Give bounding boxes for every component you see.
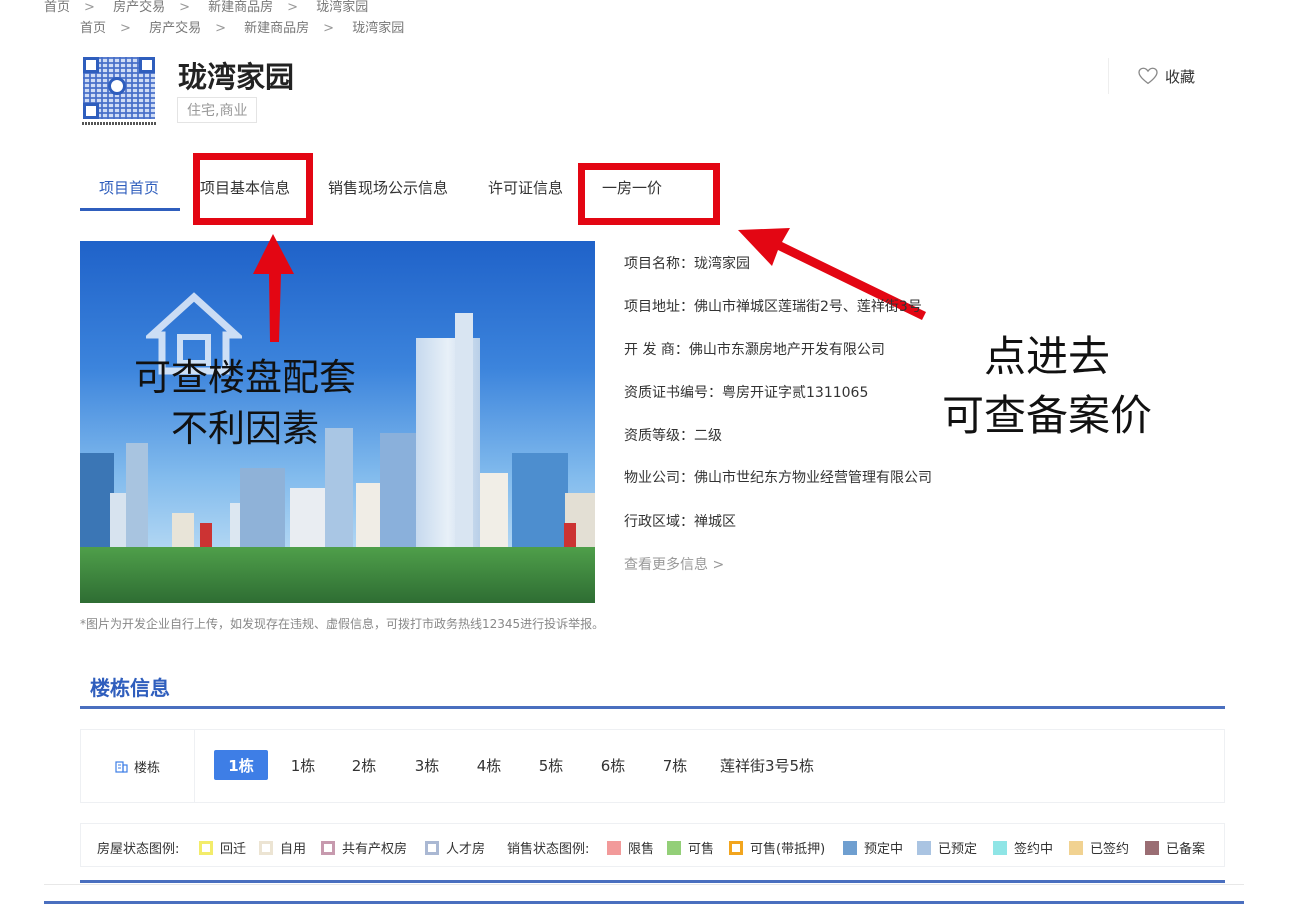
more-info-link[interactable]: 查看更多信息 >	[624, 554, 724, 574]
breadcrumb-item[interactable]: 新建商品房	[208, 0, 273, 15]
building-button[interactable]: 5栋	[531, 750, 571, 780]
legend-item: 限售	[607, 838, 654, 857]
legend-swatch	[1145, 840, 1159, 855]
breadcrumb-separator: >	[84, 0, 95, 15]
breadcrumb-separator: >	[179, 0, 190, 15]
legend-item: 已预定	[917, 838, 977, 857]
building-button[interactable]: 7栋	[655, 750, 695, 780]
favorite-button[interactable]: 收藏	[1108, 58, 1224, 94]
breadcrumb-trading[interactable]: 房产交易	[149, 21, 201, 36]
annotation-text-left-1: 可查楼盘配套	[134, 356, 356, 399]
legend-item: 自用	[259, 838, 306, 857]
page-bottom-border	[44, 901, 1244, 904]
legend-item: 已备案	[1145, 838, 1205, 857]
project-title: 珑湾家园	[178, 60, 295, 94]
tab-license-info[interactable]: 许可证信息	[488, 177, 563, 198]
building-selector: 楼栋 1栋 1栋 2栋 3栋 4栋 5栋 6栋 7栋 莲祥街3号5栋	[80, 729, 1225, 803]
building-button[interactable]: 6栋	[593, 750, 633, 780]
building-icon	[115, 761, 128, 773]
legend-swatch	[259, 840, 273, 855]
breadcrumb-separator: >	[215, 21, 226, 36]
annotation-text-left-2: 不利因素	[171, 407, 319, 450]
legend-swatch	[843, 840, 857, 855]
legend-item: 签约中	[993, 838, 1053, 857]
status-legend: 房屋状态图例: 回迁 自用 共有产权房 人才房 销售状态图例: 限售 可售 可售…	[80, 823, 1225, 867]
building-button[interactable]: 2栋	[344, 750, 384, 780]
breadcrumb-item: 珑湾家园	[316, 0, 369, 15]
active-tab-indicator	[80, 208, 180, 211]
legend-swatch	[607, 840, 621, 855]
project-type-tag: 住宅,商业	[177, 97, 258, 123]
legend-item: 可售	[667, 838, 714, 857]
building-button[interactable]: 3栋	[407, 750, 447, 780]
legend-swatch	[321, 840, 335, 855]
legend-swatch	[667, 840, 681, 855]
breadcrumb-separator: >	[287, 0, 299, 15]
annotation-text-right-2: 可查备案价	[941, 391, 1152, 440]
breadcrumb-separator: >	[120, 21, 131, 36]
info-project-name: 项目名称：珑湾家园	[624, 256, 750, 272]
legend-swatch	[1069, 840, 1083, 855]
legend-swatch	[917, 840, 931, 855]
image-disclaimer: *图片为开发企业自行上传，如发现存在违规、虚假信息，可拨打市政务热线12345进…	[80, 617, 605, 631]
legend-item: 人才房	[425, 838, 485, 857]
tab-project-home[interactable]: 项目首页	[99, 177, 159, 198]
section-divider	[80, 706, 1225, 709]
up-arrow-icon	[253, 234, 294, 342]
annotation-text-right-1: 点进去	[983, 332, 1110, 381]
section-title-buildings: 楼栋信息	[90, 676, 170, 700]
info-certificate-no: 资质证书编号：粤房开证字贰1311065	[624, 385, 869, 401]
legend-item: 预定中	[843, 838, 903, 857]
legend-item: 回迁	[199, 838, 246, 857]
info-project-address: 项目地址：佛山市禅城区莲瑞街2号、莲祥街3号	[624, 299, 922, 315]
legend-house-title: 房屋状态图例:	[97, 842, 180, 857]
breadcrumb: 首页 > 房产交易 > 新建商品房 > 珑湾家园	[80, 17, 418, 36]
annotation-box-price	[578, 163, 720, 225]
legend-item: 已签约	[1069, 838, 1129, 857]
breadcrumb-current: 珑湾家园	[352, 21, 405, 36]
breadcrumb-item[interactable]: 房产交易	[113, 0, 165, 15]
info-property-company: 物业公司：佛山市世纪东方物业经营管理有限公司	[624, 470, 932, 486]
legend-sale-title: 销售状态图例:	[507, 842, 590, 857]
breadcrumb-new-houses[interactable]: 新建商品房	[244, 21, 309, 36]
annotation-box-basic-info	[193, 153, 313, 225]
legend-item: 共有产权房	[321, 838, 407, 857]
tab-sales-notice[interactable]: 销售现场公示信息	[328, 177, 448, 198]
info-qualification-level: 资质等级：二级	[624, 428, 722, 444]
building-button-selected[interactable]: 1栋	[214, 750, 268, 780]
section-bottom-border	[80, 880, 1225, 883]
favorite-label: 收藏	[1164, 67, 1195, 86]
building-button[interactable]: 莲祥街3号5栋	[717, 750, 817, 780]
building-button[interactable]: 4栋	[469, 750, 509, 780]
legend-swatch	[729, 840, 743, 855]
info-district: 行政区域：禅城区	[624, 514, 736, 530]
legend-item: 可售(带抵押)	[729, 838, 825, 857]
breadcrumb-home[interactable]: 首页	[80, 21, 106, 36]
breadcrumb-separator: >	[323, 21, 335, 36]
breadcrumb-ghost: 首页 > 房产交易 > 新建商品房 > 珑湾家园	[44, 0, 382, 15]
building-label: 楼栋	[81, 730, 195, 802]
legend-swatch	[993, 840, 1007, 855]
breadcrumb-item[interactable]: 首页	[44, 0, 70, 15]
legend-swatch	[199, 840, 213, 855]
heart-icon	[1138, 67, 1158, 85]
page-edge	[44, 884, 1244, 885]
building-button[interactable]: 1栋	[283, 750, 323, 780]
qr-code-icon	[80, 55, 158, 131]
legend-swatch	[425, 840, 439, 855]
info-developer: 开 发 商：佛山市东灏房地产开发有限公司	[624, 342, 885, 358]
